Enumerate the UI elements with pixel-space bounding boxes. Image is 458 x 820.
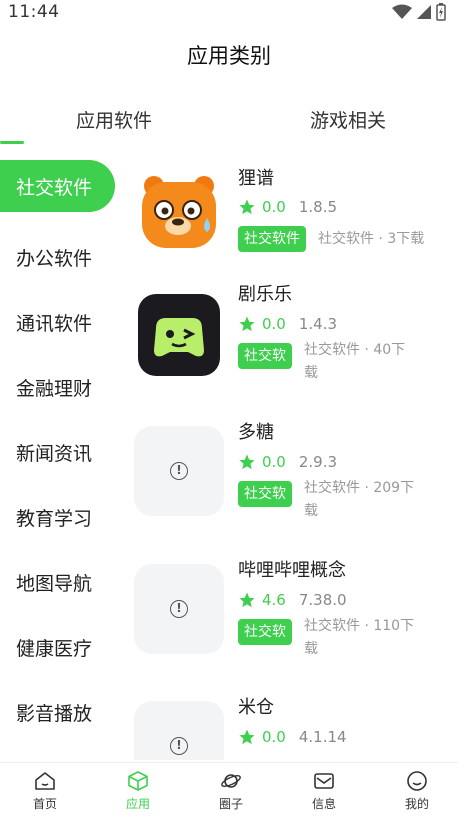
app-version: 1.8.5 bbox=[298, 198, 338, 216]
app-name: 狸谱 bbox=[238, 168, 274, 189]
star-icon bbox=[239, 316, 255, 332]
tab-app-software[interactable]: 应用软件 bbox=[76, 106, 152, 133]
app-rating: 0.0 bbox=[262, 315, 286, 333]
app-desc: 社交软件 · 209下 载 bbox=[304, 477, 414, 523]
sidebar-item-communication[interactable]: 通讯软件 bbox=[0, 290, 120, 355]
bottom-navigation: 首页 应用 圈子 信息 我的 bbox=[0, 762, 458, 820]
app-name: 剧乐乐 bbox=[238, 284, 292, 305]
cube-icon bbox=[128, 771, 148, 791]
battery-icon bbox=[436, 3, 446, 21]
nav-apps[interactable]: 应用 bbox=[108, 771, 168, 812]
star-icon bbox=[239, 729, 255, 745]
app-name: 多糖 bbox=[238, 422, 274, 443]
app-meta: 0.0 1.8.5 bbox=[238, 198, 337, 216]
tab-game-related[interactable]: 游戏相关 bbox=[310, 106, 386, 133]
app-name: 米仓 bbox=[238, 697, 274, 718]
app-rating: 0.0 bbox=[262, 728, 286, 746]
broken-image-icon: ! bbox=[170, 600, 188, 618]
category-tag: 社交软 bbox=[238, 481, 292, 507]
tab-indicator bbox=[0, 141, 24, 144]
app-desc-line: 载 bbox=[304, 503, 318, 519]
status-icons bbox=[392, 3, 446, 21]
nav-label: 圈子 bbox=[218, 797, 243, 811]
app-tag-row: 社交软 社交软件 · 209下 载 bbox=[238, 480, 414, 523]
app-icon-placeholder: ! bbox=[134, 701, 224, 760]
app-tag-row: 社交软 社交软件 · 110下 载 bbox=[238, 618, 414, 661]
broken-image-icon: ! bbox=[170, 737, 188, 755]
app-icon-julele bbox=[134, 290, 224, 380]
home-icon bbox=[35, 772, 55, 790]
nav-circle[interactable]: 圈子 bbox=[201, 771, 261, 812]
app-desc-line: 社交软件 · 209下 bbox=[304, 480, 415, 496]
app-rating: 0.0 bbox=[262, 453, 286, 471]
category-tag: 社交软 bbox=[238, 619, 292, 645]
app-icon-placeholder: ! bbox=[134, 426, 224, 516]
star-icon bbox=[239, 199, 255, 215]
mail-icon bbox=[314, 773, 334, 789]
sidebar-item-media[interactable]: 影音播放 bbox=[0, 680, 120, 745]
app-version: 1.4.3 bbox=[298, 315, 338, 333]
app-version: 4.1.14 bbox=[298, 728, 347, 746]
nav-label: 应用 bbox=[125, 797, 150, 811]
app-rating: 0.0 bbox=[262, 198, 286, 216]
signal-icon bbox=[417, 5, 431, 19]
app-icon-placeholder: ! bbox=[134, 564, 224, 654]
nav-label: 信息 bbox=[311, 797, 336, 811]
sidebar-item-social[interactable]: 社交软件 bbox=[0, 160, 115, 212]
star-icon bbox=[239, 454, 255, 470]
app-meta: 0.0 4.1.14 bbox=[238, 728, 347, 746]
app-meta: 0.0 1.4.3 bbox=[238, 315, 337, 333]
app-desc: 社交软件 · 40下 载 bbox=[304, 339, 405, 385]
sidebar-item-news[interactable]: 新闻资讯 bbox=[0, 420, 120, 485]
app-name: 哔哩哔哩概念 bbox=[238, 560, 346, 581]
app-icon-lipu bbox=[134, 164, 224, 254]
app-desc-line: 载 bbox=[304, 641, 318, 657]
app-meta: 0.0 2.9.3 bbox=[238, 453, 337, 471]
app-desc-line: 社交软件 · 110下 bbox=[304, 618, 415, 634]
app-desc: 社交软件 · 3下载 bbox=[318, 231, 425, 247]
category-tag: 社交软件 bbox=[238, 226, 306, 252]
status-bar: 11:44 bbox=[0, 0, 458, 26]
sidebar-item-maps[interactable]: 地图导航 bbox=[0, 550, 120, 615]
page-title: 应用类别 bbox=[187, 44, 271, 68]
sidebar-item-health[interactable]: 健康医疗 bbox=[0, 615, 120, 680]
sidebar-item-education[interactable]: 教育学习 bbox=[0, 485, 120, 550]
app-rating: 4.6 bbox=[262, 591, 286, 609]
app-tag-row: 社交软 社交软件 · 40下 载 bbox=[238, 342, 405, 385]
app-version: 2.9.3 bbox=[298, 453, 338, 471]
nav-label: 我的 bbox=[404, 797, 429, 811]
star-icon bbox=[239, 592, 255, 608]
smile-icon bbox=[407, 771, 427, 791]
app-meta: 4.6 7.38.0 bbox=[238, 591, 347, 609]
category-tag: 社交软 bbox=[238, 343, 292, 369]
planet-icon bbox=[221, 774, 241, 788]
nav-label: 首页 bbox=[32, 797, 57, 811]
nav-home[interactable]: 首页 bbox=[15, 771, 75, 812]
status-time: 11:44 bbox=[8, 2, 60, 22]
nav-messages[interactable]: 信息 bbox=[294, 771, 354, 812]
sidebar-item-office[interactable]: 办公软件 bbox=[0, 225, 120, 290]
app-version: 7.38.0 bbox=[298, 591, 347, 609]
wifi-icon bbox=[392, 4, 412, 19]
app-list: 狸谱 0.0 1.8.5 社交软件 社交软件 · 3下载 剧乐乐 0.0 1.4… bbox=[130, 160, 458, 760]
sidebar-item-finance[interactable]: 金融理财 bbox=[0, 355, 120, 420]
broken-image-icon: ! bbox=[170, 462, 188, 480]
app-tag-row: 社交软件 社交软件 · 3下载 bbox=[238, 226, 424, 252]
app-desc-line: 载 bbox=[304, 365, 318, 381]
app-desc-line: 社交软件 · 40下 bbox=[304, 342, 406, 358]
category-sidebar: 社交软件 办公软件 通讯软件 金融理财 新闻资讯 教育学习 地图导航 健康医疗 … bbox=[0, 160, 120, 745]
app-desc: 社交软件 · 110下 载 bbox=[304, 615, 414, 661]
category-tabs: 应用软件 游戏相关 bbox=[0, 100, 458, 144]
nav-mine[interactable]: 我的 bbox=[387, 771, 447, 812]
